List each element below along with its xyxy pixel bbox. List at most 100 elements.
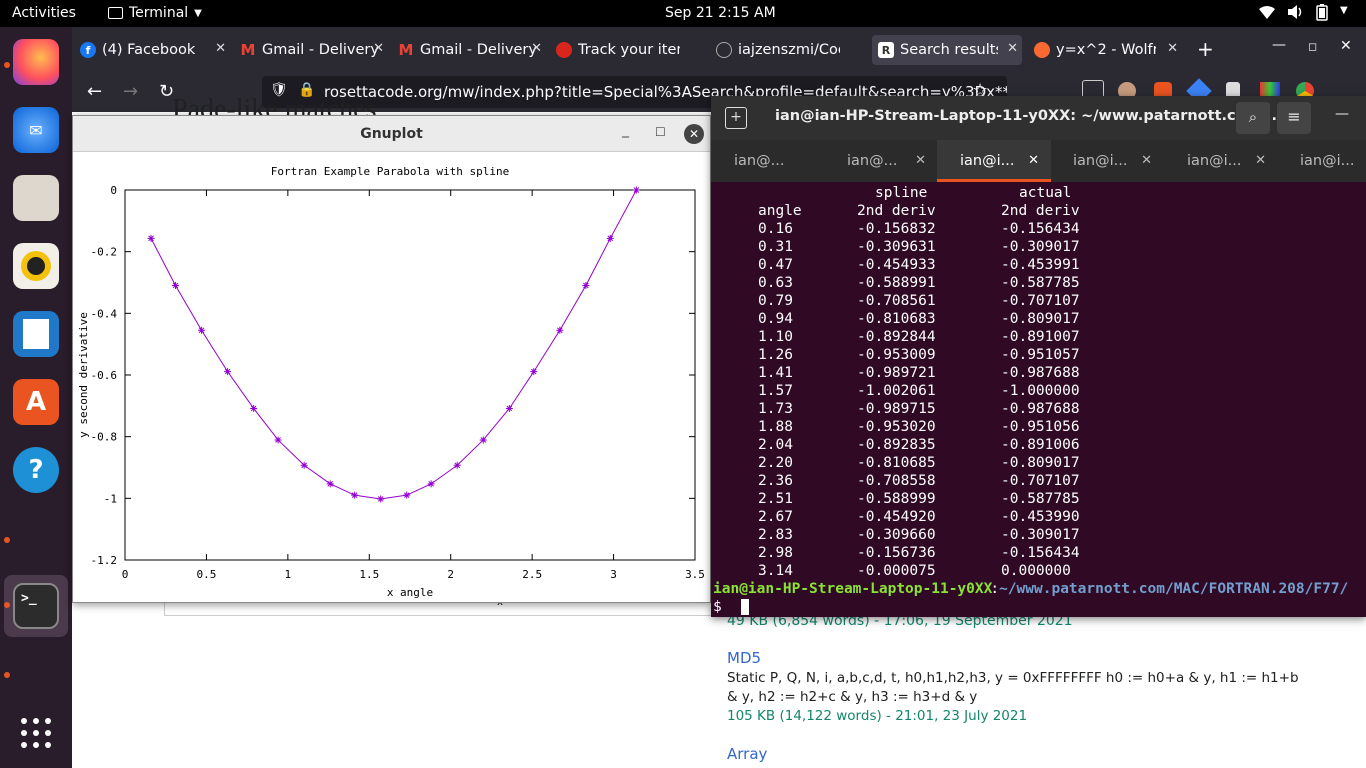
tab-search-results[interactable]: RSearch results f✕ xyxy=(872,35,1022,65)
wifi-icon[interactable] xyxy=(1258,4,1276,24)
tab-gmail-1[interactable]: M Gmail - Delivery ✕ xyxy=(240,35,388,65)
data-point-marker xyxy=(606,234,614,242)
terminal-data-row: 0.31 -0.309631 -0.309017 xyxy=(758,239,1080,255)
search-icon[interactable]: ⌕ xyxy=(1236,102,1270,134)
x-axis-label: x angle xyxy=(387,586,433,599)
close-icon[interactable]: ✕ xyxy=(1028,153,1039,168)
close-icon[interactable]: ✕ xyxy=(1007,41,1018,56)
y-tick-label: -0.4 xyxy=(91,307,118,320)
terminal-data-row: 0.47 -0.454933 -0.453991 xyxy=(758,257,1080,273)
terminal-data-row: 3.14 -0.000075 0.000000 xyxy=(758,563,1071,579)
close-window-button[interactable]: ✕ xyxy=(1340,38,1352,54)
app-menu-label: Terminal xyxy=(129,5,189,21)
x-tick-label: 1.5 xyxy=(359,568,379,581)
y-tick-label: -1.2 xyxy=(91,554,118,567)
rosettacode-icon: R xyxy=(878,42,894,58)
show-apps-icon[interactable] xyxy=(20,717,52,749)
maximize-button[interactable]: ☐ xyxy=(655,125,666,139)
minimize-button[interactable]: _ xyxy=(622,122,629,138)
terminal-data-row: 2.36 -0.708558 -0.707107 xyxy=(758,473,1080,489)
gmail-icon: M xyxy=(398,41,414,59)
terminal-tab[interactable]: ian@... ✕ xyxy=(824,140,938,182)
data-point-marker xyxy=(198,326,206,334)
terminal-data-row: 0.94 -0.810683 -0.809017 xyxy=(758,311,1080,327)
back-button[interactable]: ← xyxy=(87,81,102,102)
close-icon[interactable]: ✕ xyxy=(215,41,226,56)
minimize-button[interactable]: — xyxy=(1335,106,1349,122)
wolfram-icon xyxy=(1034,42,1050,58)
terminal-output[interactable]: spline actual angle 2nd deriv 2nd deriv … xyxy=(711,182,1366,617)
browser-tab-strip: f (4) Facebook ✕ M Gmail - Delivery ✕ M Gmail… xyxy=(72,27,1366,72)
minimize-button[interactable]: — xyxy=(1272,37,1286,53)
terminal-data-row: 2.20 -0.810685 -0.809017 xyxy=(758,455,1080,471)
forward-button[interactable]: → xyxy=(123,81,138,102)
close-icon[interactable]: ✕ xyxy=(1167,41,1178,56)
x-tick-label: 1 xyxy=(285,568,292,581)
spline-series-line xyxy=(150,189,637,500)
result-title-link[interactable]: Array xyxy=(727,745,767,763)
tab-facebook[interactable]: f (4) Facebook ✕ xyxy=(80,35,230,65)
github-icon xyxy=(716,42,732,58)
terminal-data-row: 0.63 -0.588991 -0.587785 xyxy=(758,275,1080,291)
data-point-marker xyxy=(505,404,513,412)
close-icon[interactable]: ✕ xyxy=(531,41,542,56)
terminal-tab-strip: ian@... ian@... ✕ ian@i... ✕ ian@i... ✕ ian… xyxy=(711,140,1366,182)
data-point-marker xyxy=(582,281,590,289)
terminal-app-icon xyxy=(108,7,123,19)
hamburger-menu-icon[interactable]: ≡ xyxy=(1277,102,1311,134)
prompt-line: ian@ian-HP-Stream-Laptop-11-y0XX:~/www.p… xyxy=(713,581,1349,597)
terminal-headerbar[interactable]: + ian@ian-HP-Stream-Laptop-11-y0XX: ~/ww… xyxy=(711,96,1366,140)
close-icon[interactable]: ✕ xyxy=(1141,153,1152,168)
terminal-data-row: 1.26 -0.953009 -0.951057 xyxy=(758,347,1080,363)
thunderbird-icon[interactable]: ✉ xyxy=(13,107,59,153)
close-icon[interactable]: ✕ xyxy=(373,41,384,56)
tab-gmail-2[interactable]: M Gmail - Delivery ✕ xyxy=(398,35,546,65)
activities-button[interactable]: Activities xyxy=(12,5,76,21)
terminal-data-row: 0.79 -0.708561 -0.707107 xyxy=(758,293,1080,309)
terminal-data-row: 2.83 -0.309660 -0.309017 xyxy=(758,527,1080,543)
terminal-window: + ian@ian-HP-Stream-Laptop-11-y0XX: ~/ww… xyxy=(711,96,1366,617)
app-center-icon[interactable]: A xyxy=(13,379,59,425)
volume-icon[interactable] xyxy=(1287,4,1303,24)
new-tab-button[interactable]: + xyxy=(1197,37,1214,61)
app-menu[interactable]: Terminal ▼ xyxy=(108,5,202,21)
new-tab-icon[interactable]: + xyxy=(725,107,747,129)
data-point-marker xyxy=(427,480,435,488)
terminal-tab[interactable]: ian@i... ✕ xyxy=(1050,140,1164,182)
help-icon[interactable]: ? xyxy=(13,447,59,493)
terminal-data-row: 0.16 -0.156832 -0.156434 xyxy=(758,221,1080,237)
maximize-button[interactable]: ◻ xyxy=(1308,40,1317,53)
close-icon[interactable]: ✕ xyxy=(915,153,926,168)
plot-border xyxy=(124,189,696,561)
running-indicator xyxy=(4,602,10,608)
libreoffice-writer-icon[interactable] xyxy=(13,311,59,357)
terminal-tab[interactable]: ian@... xyxy=(711,140,825,182)
rhythmbox-icon[interactable] xyxy=(13,243,59,289)
x-tick-label: 3 xyxy=(610,568,617,581)
files-icon[interactable] xyxy=(13,175,59,221)
gnuplot-window: Gnuplot _ ☐ ✕ Fortran Example Parabola w… xyxy=(72,115,711,603)
system-menu-chevron-icon[interactable]: ▼ xyxy=(1340,5,1348,16)
terminal-title: ian@ian-HP-Stream-Laptop-11-y0XX: ~/www.… xyxy=(775,108,1283,124)
terminal-header-row: angle 2nd deriv 2nd deriv xyxy=(758,203,1080,219)
terminal-data-row: 1.73 -0.989715 -0.987688 xyxy=(758,401,1080,417)
tab-wolfram[interactable]: y=x^2 - Wolfram✕ xyxy=(1034,35,1182,65)
clock[interactable]: Sep 21 2:15 AM xyxy=(665,5,776,21)
dock: ✉ A ? >_ xyxy=(0,27,72,768)
text-cursor xyxy=(741,599,749,615)
terminal-tab[interactable]: ian@i... xyxy=(1277,140,1366,182)
result-snippet: & y, h2 := h2+c & y, h3 := h3+d & y xyxy=(727,689,978,705)
data-point-marker xyxy=(326,480,334,488)
tab-track-item[interactable]: Track your item xyxy=(556,35,704,65)
terminal-tab-active[interactable]: ian@i... ✕ xyxy=(937,140,1051,182)
firefox-icon[interactable] xyxy=(13,39,59,85)
terminal-data-row: 1.88 -0.953020 -0.951056 xyxy=(758,419,1080,435)
terminal-icon[interactable]: >_ xyxy=(13,583,59,629)
terminal-tab[interactable]: ian@i... ✕ xyxy=(1164,140,1278,182)
tab-github[interactable]: iajzenszmi/Code xyxy=(716,35,860,65)
close-button[interactable]: ✕ xyxy=(684,124,704,144)
close-icon[interactable]: ✕ xyxy=(1255,153,1266,168)
data-point-marker xyxy=(351,491,359,499)
battery-icon[interactable] xyxy=(1316,4,1328,25)
gnuplot-titlebar[interactable]: Gnuplot _ ☐ ✕ xyxy=(73,116,710,152)
